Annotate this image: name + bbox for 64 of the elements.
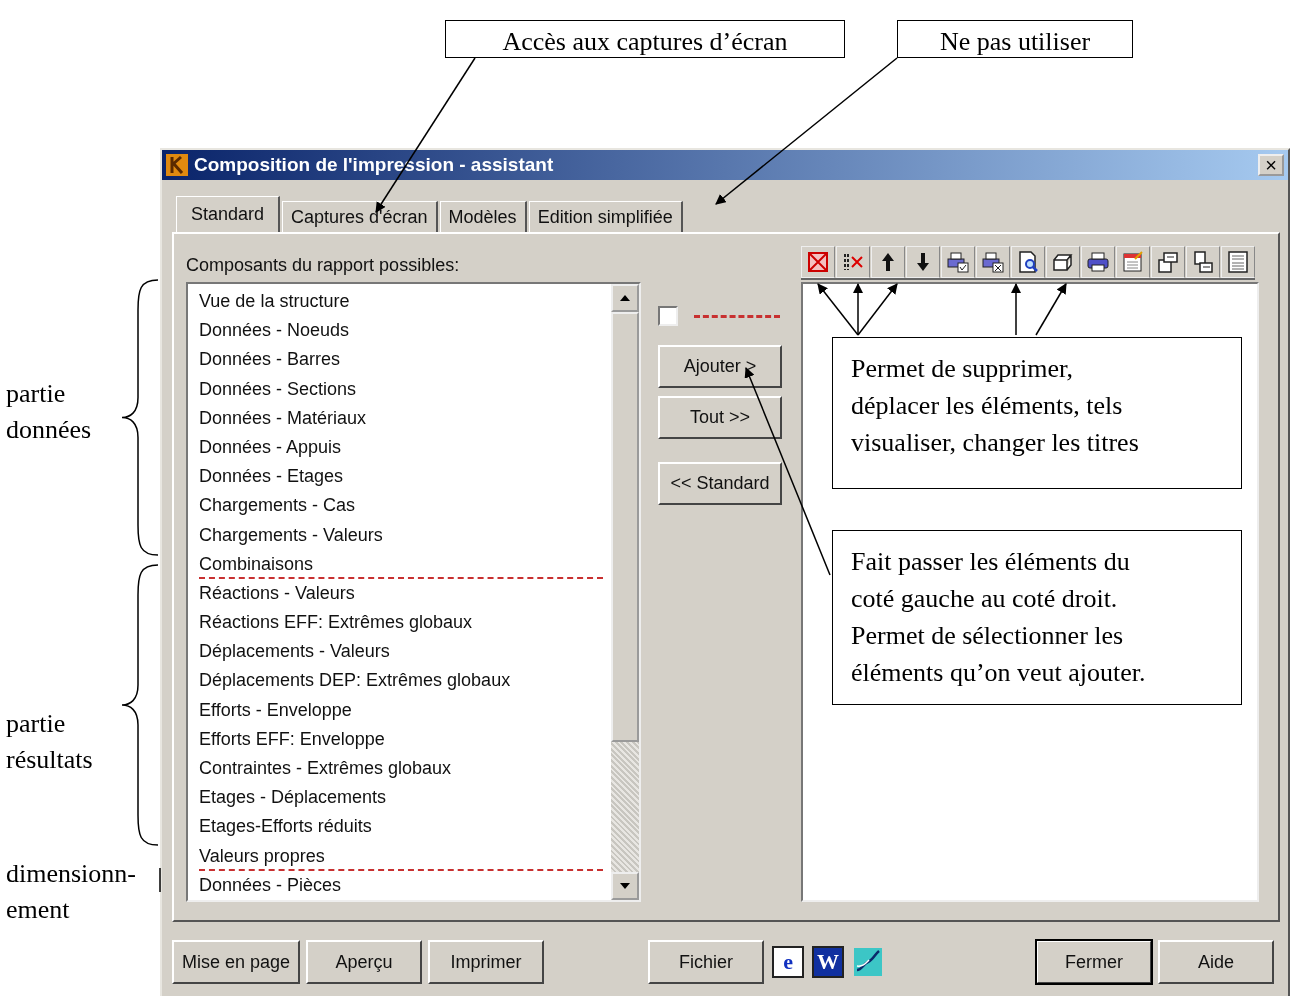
move-button[interactable]: Tout >> — [658, 396, 782, 439]
list-item[interactable]: Données - Pièces — [199, 870, 611, 900]
list-item[interactable]: Données - Sections — [199, 374, 611, 404]
move-button[interactable]: << Standard — [658, 462, 782, 505]
list-item[interactable]: Combinaisons — [199, 549, 603, 579]
tab[interactable]: Modèles — [439, 201, 527, 232]
list-item[interactable]: Données - Appuis — [199, 432, 611, 463]
list-item[interactable]: Données - Etages — [199, 462, 611, 492]
list-item[interactable]: Chargements - Cas — [199, 491, 611, 521]
callout-box: Ne pas utiliser — [897, 20, 1133, 58]
list-item[interactable]: Réactions EFF: Extrêmes globaux — [199, 608, 611, 638]
tab[interactable]: Standard — [176, 196, 281, 232]
callout-box: Fait passer les éléments du coté gauche au coté droit. Permet de sélectionner les éléments qu’on veut ajouter. — [832, 530, 1242, 705]
browser-export-button[interactable]: e — [772, 946, 805, 978]
edit-document-icon[interactable] — [1121, 250, 1145, 274]
arrow — [1035, 283, 1067, 336]
list-item[interactable]: Données - Barres — [199, 345, 611, 375]
preview-icon[interactable] — [1016, 250, 1040, 274]
list-item[interactable]: Contraintes - Extrêmes globaux — [199, 754, 611, 784]
action-button[interactable]: Mise en page — [172, 940, 301, 984]
list-label: Composants du rapport possibles: — [186, 255, 461, 277]
callout-box: Accès aux captures d’écran — [445, 20, 845, 58]
delete-icon[interactable] — [806, 250, 830, 274]
tab[interactable]: Captures d'écran — [282, 201, 438, 232]
table-icon[interactable] — [1226, 250, 1250, 274]
action-button[interactable]: Aperçu — [306, 940, 423, 984]
list-item[interactable]: Déplacements DEP: Extrêmes globaux — [199, 666, 611, 696]
printer-icon[interactable] — [1086, 250, 1110, 274]
tab[interactable]: Edition simplifiée — [528, 201, 683, 232]
action-button[interactable]: Fermer — [1036, 940, 1152, 984]
down-arrow-icon — [620, 883, 630, 889]
callout-box: Permet de supprimer, déplacer les éléments, tels visualiser, changer les titres — [832, 337, 1242, 489]
app-logo-icon — [166, 154, 188, 176]
checkbox[interactable] — [658, 306, 678, 326]
list-item[interactable]: Données - Matériaux — [199, 403, 611, 433]
list-item[interactable]: Vue de la structure — [199, 287, 611, 317]
window-icon[interactable] — [1191, 250, 1215, 274]
list-item[interactable]: Etages - Déplacements — [199, 783, 611, 813]
printer-cross-icon[interactable] — [981, 250, 1005, 274]
list-item[interactable]: Chargements - Valeurs — [199, 520, 611, 550]
move-button[interactable]: Ajouter > — [658, 345, 782, 388]
window-icon[interactable] — [1156, 250, 1180, 274]
document-export-button[interactable]: W — [812, 946, 845, 978]
up-arrow-icon — [620, 295, 630, 301]
list-item[interactable]: Valeurs propres — [199, 841, 603, 871]
side-label: partie résultats — [6, 708, 93, 776]
side-label: dimensionn- ement — [6, 858, 136, 926]
close-button[interactable]: × — [1258, 154, 1284, 176]
scrollbar[interactable] — [611, 284, 639, 900]
list-item[interactable]: Etages-Efforts réduits — [199, 812, 611, 842]
side-label: partie données — [6, 378, 92, 446]
arrow — [1010, 282, 1022, 336]
printer-check-icon[interactable] — [946, 250, 970, 274]
line-chart-icon[interactable] — [854, 948, 883, 976]
scrollbar-thumb[interactable] — [611, 312, 639, 742]
list-item[interactable]: Données - Noeuds — [199, 316, 611, 346]
list-item[interactable]: Réactions - Valeurs — [199, 578, 611, 609]
bracket-line — [159, 867, 161, 893]
action-button[interactable]: Fichier — [648, 940, 765, 984]
list-item[interactable]: Déplacements - Valeurs — [199, 637, 611, 667]
list-item[interactable]: Efforts EFF: Enveloppe — [199, 724, 611, 754]
action-button[interactable]: Aide — [1158, 940, 1274, 984]
list-item[interactable]: Efforts - Enveloppe — [199, 695, 611, 725]
action-button[interactable]: Imprimer — [428, 940, 545, 984]
